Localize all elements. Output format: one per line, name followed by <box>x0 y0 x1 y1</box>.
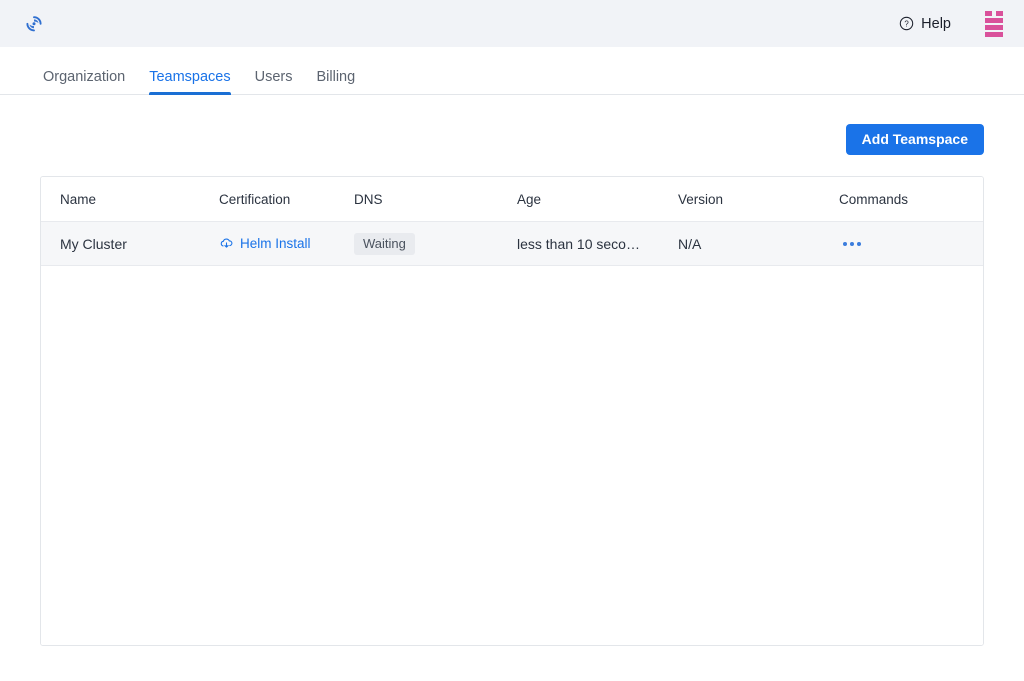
cell-dns: Waiting <box>354 232 517 255</box>
cell-name: My Cluster <box>60 235 127 252</box>
dot-2 <box>850 241 854 246</box>
cloud-download-icon <box>219 236 234 251</box>
dot-1 <box>843 241 847 246</box>
table-header-row: Name Certification DNS Age Version Comma… <box>41 177 983 222</box>
cell-commands <box>839 236 964 252</box>
column-header-version: Version <box>678 191 724 207</box>
age-value: less than 10 seco… <box>517 235 640 252</box>
column-header-name: Name <box>60 191 97 207</box>
helm-install-label: Helm Install <box>240 236 311 251</box>
svg-text:?: ? <box>904 20 909 29</box>
column-header-certification: Certification <box>219 191 291 207</box>
top-header-bar: ? Help <box>0 0 1024 47</box>
table-row[interactable]: My Cluster Helm Install Waiting less tha… <box>41 222 983 266</box>
cell-age: less than 10 seco… <box>517 236 678 252</box>
column-header-commands: Commands <box>839 191 909 207</box>
tab-billing[interactable]: Billing <box>305 47 368 95</box>
menu-bar-2 <box>985 24 1003 30</box>
menu-bar-3 <box>985 31 1003 37</box>
menu-square-left <box>985 10 992 16</box>
dot-3 <box>857 241 861 246</box>
ellipsis-horizontal-icon[interactable] <box>839 236 865 252</box>
menu-bar-1 <box>985 17 1003 23</box>
grid-menu-icon[interactable] <box>985 10 1003 37</box>
tab-users[interactable]: Users <box>243 47 305 95</box>
column-header-age: Age <box>517 191 542 207</box>
menu-square-right <box>996 10 1003 16</box>
status-badge: Waiting <box>354 232 415 255</box>
question-circle-icon: ? <box>899 16 914 31</box>
cell-certification: Helm Install <box>219 236 354 251</box>
menu-icon-top-squares <box>985 10 1003 16</box>
tab-teamspaces[interactable]: Teamspaces <box>137 47 242 95</box>
tab-organization[interactable]: Organization <box>31 47 137 95</box>
spiral-logo-icon[interactable] <box>22 12 46 36</box>
column-header-dns: DNS <box>354 191 383 207</box>
help-button[interactable]: ? Help <box>899 16 951 32</box>
main-tabs: Organization Teamspaces Users Billing <box>0 47 1024 95</box>
add-teamspace-button[interactable]: Add Teamspace <box>845 124 984 155</box>
action-bar: Add Teamspace <box>0 95 1024 173</box>
help-label: Help <box>921 15 951 32</box>
teamspaces-table: Name Certification DNS Age Version Comma… <box>40 176 984 646</box>
header-actions: ? Help <box>899 0 1024 47</box>
table-empty-area <box>41 266 983 645</box>
cell-version: N/A <box>678 235 702 252</box>
helm-install-link[interactable]: Helm Install <box>219 236 311 251</box>
